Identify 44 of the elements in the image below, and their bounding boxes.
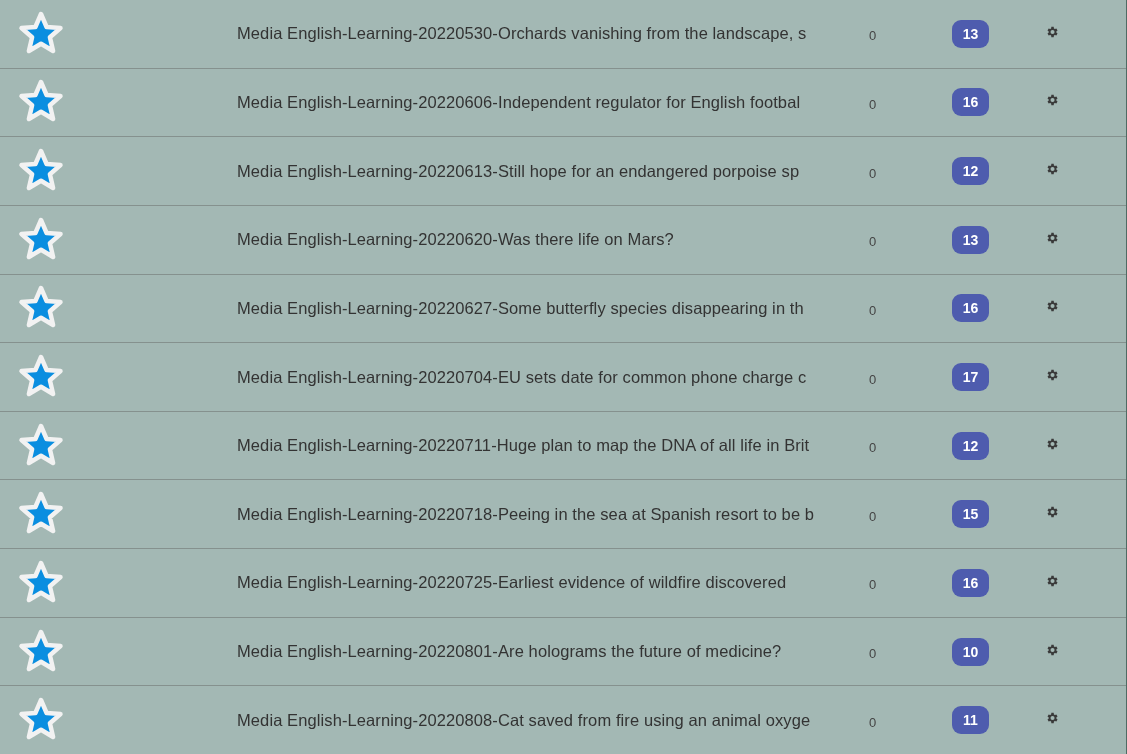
due-count-badge: 15 xyxy=(952,500,989,529)
due-count-badge: 12 xyxy=(952,157,989,186)
due-count-badge: 17 xyxy=(952,363,989,391)
settings-icon[interactable] xyxy=(1045,642,1059,657)
settings-icon[interactable] xyxy=(1045,299,1059,314)
new-count: 0 xyxy=(869,646,877,662)
deck-title[interactable]: Media English-Learning-20220725-Earliest evidence of wildfire discovered xyxy=(237,573,845,593)
settings-icon[interactable] xyxy=(1045,93,1059,108)
settings-icon[interactable] xyxy=(1045,573,1059,588)
new-count: 0 xyxy=(869,302,877,318)
due-count-badge: 12 xyxy=(952,431,989,460)
settings-icon[interactable] xyxy=(1045,230,1059,245)
settings-icon[interactable] xyxy=(1045,436,1059,451)
due-count-badge: 13 xyxy=(952,19,989,48)
deck-title[interactable]: Media English-Learning-20220711-Huge plan to map the DNA of all life in Brit xyxy=(237,436,845,456)
new-count: 0 xyxy=(869,165,877,181)
deck-title[interactable]: Media English-Learning-20220808-Cat saved from fire using an animal oxyge xyxy=(237,710,845,730)
deck-title[interactable]: Media English-Learning-20220718-Peeing in the sea at Spanish resort to be b xyxy=(237,504,845,524)
new-count: 0 xyxy=(869,440,877,456)
new-count: 0 xyxy=(869,28,877,44)
new-count: 0 xyxy=(869,508,877,524)
deck-title[interactable]: Media English-Learning-20220627-Some butterfly species disappearing in th xyxy=(237,298,845,318)
due-count-badge: 11 xyxy=(952,706,989,735)
due-count-badge: 16 xyxy=(952,568,989,597)
settings-icon[interactable] xyxy=(1045,505,1059,520)
settings-icon[interactable] xyxy=(1045,711,1059,726)
settings-icon[interactable] xyxy=(1045,162,1059,177)
deck-title[interactable]: Media English-Learning-20220704-EU sets date for common phone charge c xyxy=(237,367,845,387)
due-count-badge: 16 xyxy=(952,88,989,117)
deck-title[interactable]: Media English-Learning-20220530-Orchards vanishing from the landscape, s xyxy=(237,24,845,44)
due-count-badge: 13 xyxy=(952,225,989,254)
new-count: 0 xyxy=(869,714,877,730)
deck-title[interactable]: Media English-Learning-20220801-Are holograms the future of medicine? xyxy=(237,642,845,662)
due-count-badge: 10 xyxy=(952,637,989,666)
settings-icon[interactable] xyxy=(1045,24,1059,39)
deck-title[interactable]: Media English-Learning-20220613-Still hope for an endangered porpoise sp xyxy=(237,161,845,181)
deck-title[interactable]: Media English-Learning-20220620-Was there life on Mars? xyxy=(237,230,845,250)
settings-icon[interactable] xyxy=(1045,368,1059,382)
due-count-badge: 16 xyxy=(952,294,989,323)
deck-title[interactable]: Media English-Learning-20220606-Independent regulator for English footbal xyxy=(237,92,845,112)
new-count: 0 xyxy=(869,371,877,387)
new-count: 0 xyxy=(869,234,877,250)
new-count: 0 xyxy=(869,577,877,593)
new-count: 0 xyxy=(869,96,877,112)
